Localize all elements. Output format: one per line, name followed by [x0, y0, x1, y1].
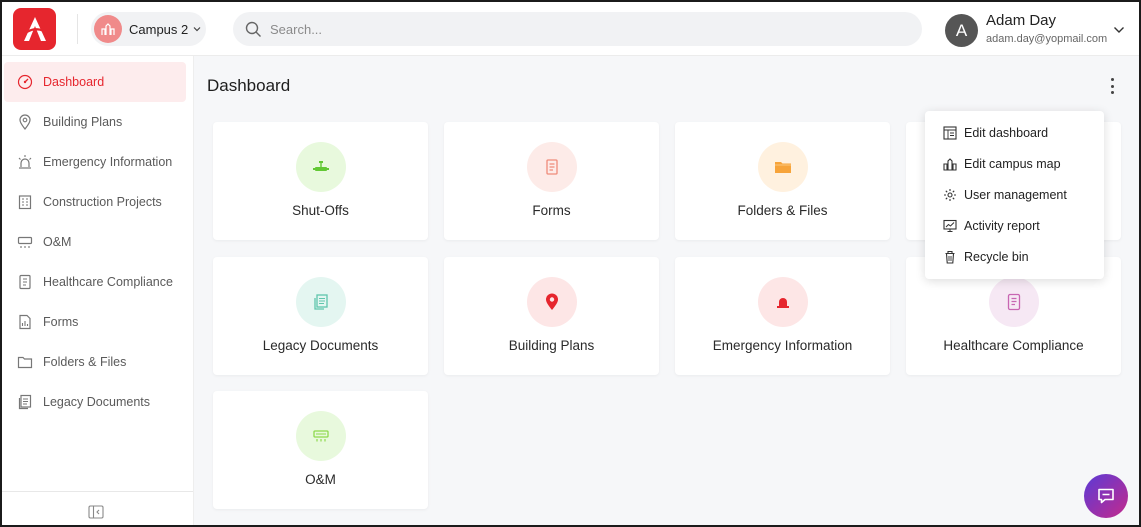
trash-icon	[943, 250, 957, 264]
card-label: Folders & Files	[737, 203, 828, 218]
documents-icon	[16, 393, 34, 411]
more-options-icon[interactable]	[1105, 77, 1119, 95]
notebook-icon	[16, 273, 34, 291]
card-label: O&M	[305, 472, 336, 487]
sidebar-item-building-plans[interactable]: Building Plans	[4, 102, 186, 142]
dashboard-edit-icon	[943, 126, 957, 140]
sidebar-divider	[2, 491, 193, 492]
sidebar-item-dashboard[interactable]: Dashboard	[4, 62, 186, 102]
sidebar-item-label: Construction Projects	[43, 195, 162, 209]
header-divider	[77, 14, 78, 44]
map-pin-icon	[527, 277, 577, 327]
avatar: A	[945, 14, 978, 47]
card-label: Emergency Information	[712, 338, 853, 353]
dashboard-options-menu: Edit dashboard Edit campus map User mana…	[925, 111, 1104, 279]
sidebar-item-healthcare-compliance[interactable]: Healthcare Compliance	[4, 262, 186, 302]
search-icon	[245, 21, 261, 37]
page-title: Dashboard	[207, 76, 291, 95]
sidebar-item-om[interactable]: O&M	[4, 222, 186, 262]
form-icon	[527, 142, 577, 192]
sidebar-item-legacy-documents[interactable]: Legacy Documents	[4, 382, 186, 422]
card-om[interactable]: O&M	[213, 391, 428, 509]
sidebar-item-emergency-information[interactable]: Emergency Information	[4, 142, 186, 182]
card-label: Legacy Documents	[262, 338, 379, 353]
air-conditioner-icon	[296, 411, 346, 461]
form-icon	[16, 313, 34, 331]
menu-item-user-management[interactable]: User management	[925, 180, 1104, 210]
folder-icon	[16, 353, 34, 371]
menu-item-edit-campus-map[interactable]: Edit campus map	[925, 149, 1104, 179]
alarm-light-icon	[758, 277, 808, 327]
card-label: Shut-Offs	[292, 203, 349, 218]
sidebar: Dashboard Building Plans Emergency Infor…	[2, 56, 194, 525]
menu-item-label: Edit dashboard	[964, 126, 1049, 140]
card-label: Forms	[532, 203, 571, 218]
campus-name: Campus 2	[129, 21, 189, 37]
user-menu[interactable]: A Adam Day adam.day@yopmail.com	[945, 11, 1135, 49]
app-window: Campus 2 A Adam Day adam.day@yopmail.com	[0, 0, 1141, 527]
card-label: Building Plans	[508, 338, 595, 353]
valve-icon	[296, 142, 346, 192]
logo-icon	[23, 17, 46, 41]
collapse-sidebar-icon[interactable]	[88, 505, 104, 519]
card-emergency-information[interactable]: Emergency Information	[675, 257, 890, 375]
sidebar-item-construction-projects[interactable]: Construction Projects	[4, 182, 186, 222]
card-building-plans[interactable]: Building Plans	[444, 257, 659, 375]
sidebar-item-label: Forms	[43, 315, 79, 329]
user-email: adam.day@yopmail.com	[986, 33, 1108, 45]
top-bar: Campus 2 A Adam Day adam.day@yopmail.com	[2, 2, 1139, 56]
menu-item-label: Edit campus map	[964, 157, 1061, 171]
alarm-light-icon	[16, 153, 34, 171]
sidebar-item-label: O&M	[43, 235, 72, 249]
sidebar-item-label: Emergency Information	[43, 155, 173, 169]
air-conditioner-icon	[16, 233, 34, 251]
chevron-down-icon[interactable]	[1113, 21, 1125, 39]
menu-item-activity-report[interactable]: Activity report	[925, 211, 1104, 241]
building-icon	[16, 193, 34, 211]
card-legacy-documents[interactable]: Legacy Documents	[213, 257, 428, 375]
menu-item-label: User management	[964, 188, 1067, 202]
sidebar-item-label: Dashboard	[43, 75, 105, 89]
documents-icon	[296, 277, 346, 327]
folder-icon	[758, 142, 808, 192]
map-pin-icon	[16, 113, 34, 131]
campus-selector[interactable]: Campus 2	[91, 12, 206, 46]
search-input[interactable]	[270, 21, 870, 37]
menu-item-label: Recycle bin	[964, 250, 1029, 264]
sidebar-item-folders-files[interactable]: Folders & Files	[4, 342, 186, 382]
card-folders-files[interactable]: Folders & Files	[675, 122, 890, 240]
campus-icon	[94, 15, 122, 43]
card-label: Healthcare Compliance	[943, 338, 1084, 353]
app-logo[interactable]	[13, 8, 56, 50]
sidebar-item-label: Building Plans	[43, 115, 123, 129]
sidebar-item-label: Legacy Documents	[43, 395, 151, 409]
report-icon	[943, 219, 957, 233]
chevron-down-icon	[193, 24, 201, 35]
chat-button[interactable]	[1084, 474, 1128, 518]
menu-item-edit-dashboard[interactable]: Edit dashboard	[925, 118, 1104, 148]
card-shut-offs[interactable]: Shut-Offs	[213, 122, 428, 240]
sidebar-item-label: Folders & Files	[43, 355, 127, 369]
gauge-icon	[16, 73, 34, 91]
sidebar-item-label: Healthcare Compliance	[43, 275, 173, 289]
menu-item-recycle-bin[interactable]: Recycle bin	[925, 242, 1104, 272]
chat-icon	[1098, 488, 1114, 504]
gear-icon	[943, 188, 957, 202]
sidebar-item-forms[interactable]: Forms	[4, 302, 186, 342]
menu-item-label: Activity report	[964, 219, 1040, 233]
campus-map-icon	[943, 157, 957, 171]
search-bar[interactable]	[233, 12, 922, 46]
notebook-icon	[989, 277, 1039, 327]
card-forms[interactable]: Forms	[444, 122, 659, 240]
user-name: Adam Day	[986, 12, 1057, 29]
